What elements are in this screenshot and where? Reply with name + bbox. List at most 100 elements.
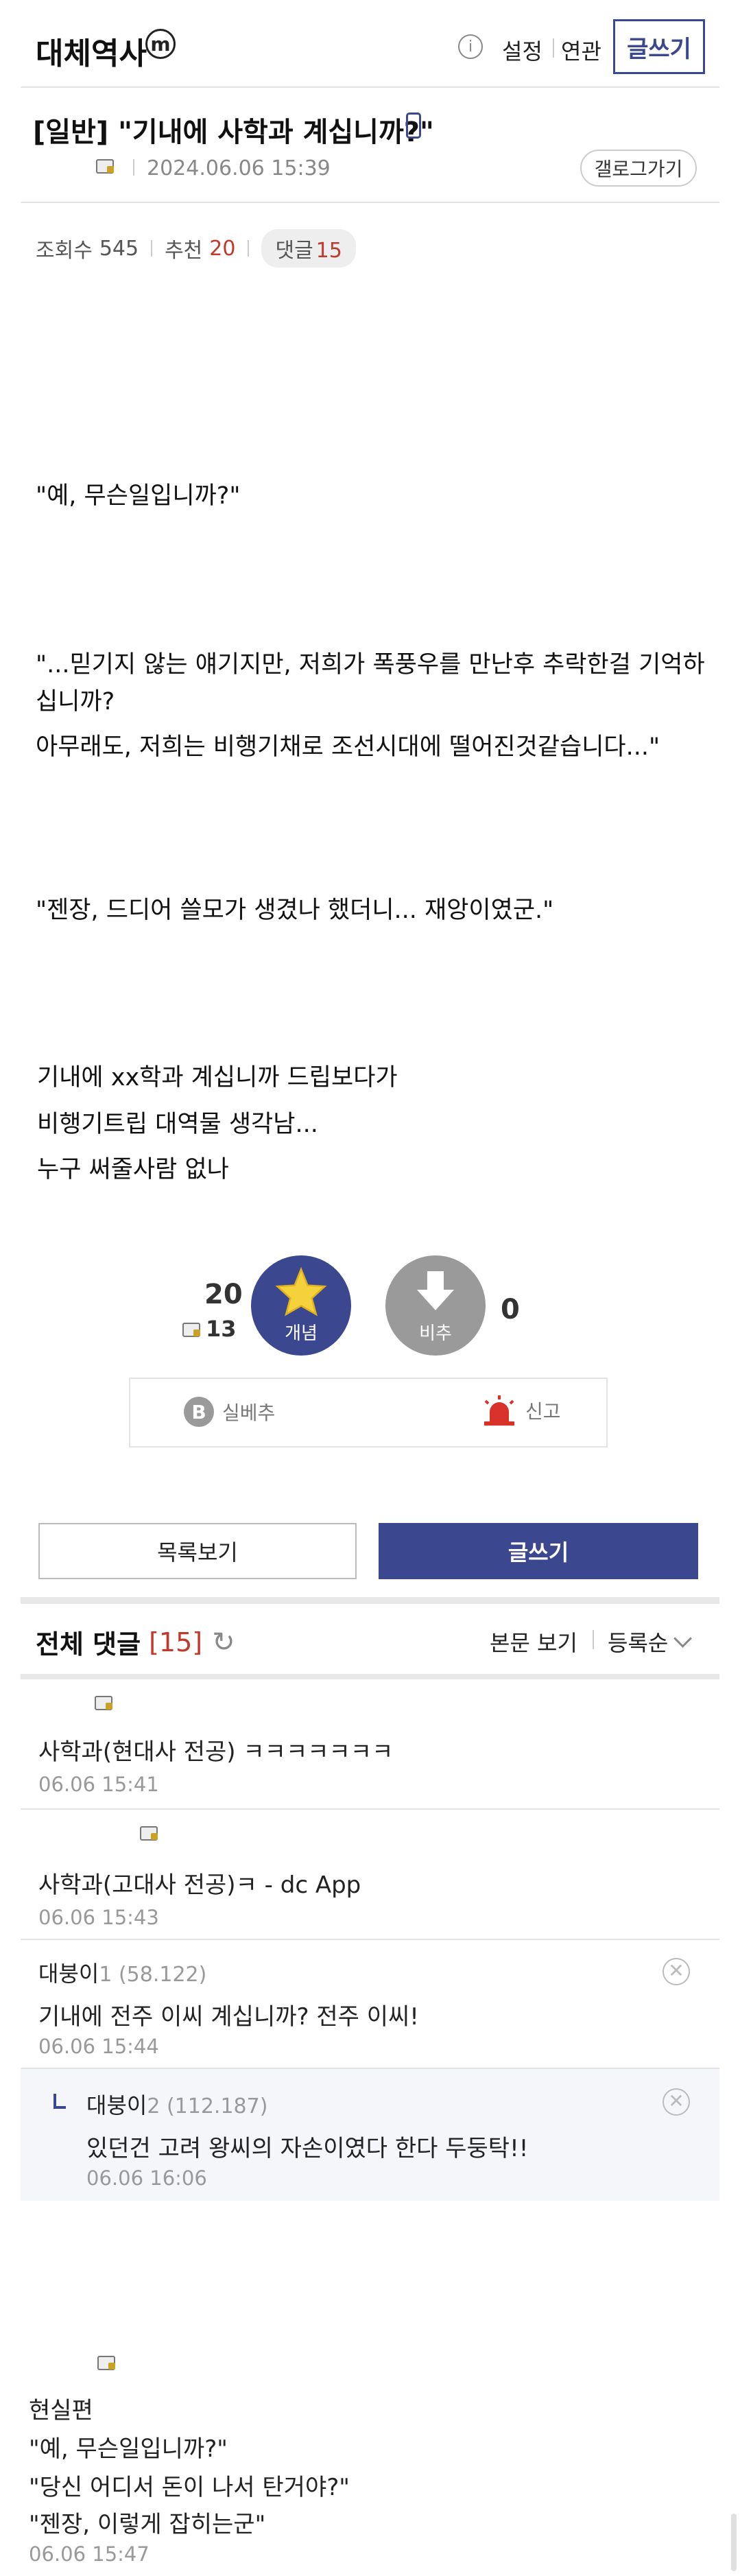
comment-author: 대붕이 1 (58.122) <box>38 1957 206 1988</box>
body-paragraph: 비행기트립 대역물 생각남... <box>37 1111 318 1138</box>
comments-header-count: [15] <box>149 1627 203 1657</box>
comments-header-title: 전체 댓글 <box>36 1629 141 1659</box>
divider <box>151 240 153 257</box>
write-button-label: 글쓰기 <box>508 1539 569 1565</box>
comment-name: 대붕이 <box>38 1961 99 1987</box>
comment-ip: 2 (112.187) <box>147 2094 268 2118</box>
comment-time: 06.06 15:41 <box>38 1773 159 1796</box>
settings-link[interactable]: 설정 <box>502 34 542 66</box>
refresh-icon[interactable]: ↻ <box>212 1627 235 1658</box>
comments-badge[interactable]: 댓글 15 <box>261 229 356 268</box>
write-button[interactable]: 글쓰기 <box>379 1523 698 1579</box>
star-icon <box>275 1266 327 1316</box>
reply-arrow-icon <box>53 2094 66 2109</box>
info-icon[interactable]: i <box>458 34 483 59</box>
recommend-label: 추천 <box>165 239 203 263</box>
fixed-user-icon <box>140 1825 158 1843</box>
post-title: [일반] "기내에 사학과 계십니까?" <box>33 117 434 148</box>
upvote-button[interactable]: 개념 <box>251 1255 351 1356</box>
comment-name: 대붕이 <box>86 2092 147 2118</box>
scrollbar[interactable] <box>731 2514 737 2571</box>
fixed-count: 13 <box>206 1316 237 1342</box>
comments-label: 댓글 <box>275 239 313 263</box>
comment-line: "당신 어디서 돈이 나서 탄거야?" <box>29 2474 350 2501</box>
divider <box>133 159 134 176</box>
comments-top-bar <box>21 1597 719 1604</box>
post-date: 2024.06.06 15:39 <box>147 156 331 180</box>
body-paragraph: 기내에 xx학과 계십니까 드립보다가 <box>37 1064 398 1091</box>
write-button-label: 글쓰기 <box>627 35 691 63</box>
comment-time: 06.06 15:44 <box>38 2035 159 2058</box>
mobile-icon <box>406 113 421 139</box>
delete-icon[interactable]: ✕ <box>663 1958 690 1985</box>
body-paragraph: 누구 써줄사람 없나 <box>37 1156 229 1183</box>
best-recommend-label: 실베추 <box>222 1402 276 1424</box>
view-body-link[interactable]: 본문 보기 <box>490 1626 577 1657</box>
comment-divider <box>21 1939 719 1940</box>
views-count: 545 <box>99 236 139 261</box>
related-link[interactable]: 연관 <box>561 34 601 66</box>
divider <box>248 240 250 257</box>
user-icon <box>140 1825 158 1841</box>
siren-icon <box>484 1395 514 1426</box>
title-divider <box>21 202 719 203</box>
body-paragraph: "...믿기지 않는 얘기지만, 저희가 폭풍우를 만난후 추락한걸 기억하 <box>36 651 705 678</box>
upvote-label: 개념 <box>285 1323 318 1344</box>
comment-line: "예, 무슨일입니까?" <box>29 2435 228 2463</box>
downvote-label: 비추 <box>419 1323 452 1344</box>
gallery-title[interactable]: 대체역사 <box>36 29 147 73</box>
comment-time: 06.06 15:47 <box>29 2542 150 2566</box>
divider <box>553 38 554 58</box>
comment-author: 대붕이 2 (112.187) <box>86 2088 267 2120</box>
report-label: 신고 <box>525 1400 561 1423</box>
recommend-count: 20 <box>209 236 236 261</box>
comment-line: "젠장, 이렇게 잡히는군" <box>29 2511 266 2538</box>
list-button[interactable]: 목록보기 <box>38 1523 357 1579</box>
header-divider <box>21 86 719 88</box>
comment-text: 기내에 전주 이씨 계십니까? 전주 이씨! <box>38 2003 419 2031</box>
sort-label: 등록순 <box>608 1630 669 1656</box>
downvote-button[interactable]: 비추 <box>385 1255 486 1356</box>
extra-actions-box: B 실베추 신고 <box>129 1378 608 1447</box>
body-paragraph: 아무래도, 저희는 비행기채로 조선시대에 떨어진것같습니다..." <box>36 733 660 761</box>
gallog-button[interactable]: 갤로그가기 <box>580 150 697 187</box>
up-count: 20 <box>204 1279 243 1310</box>
fixed-user-icon <box>182 1321 200 1337</box>
body-paragraph: "예, 무슨일입니까?" <box>36 482 241 510</box>
down-arrow-icon <box>417 1271 454 1310</box>
divider <box>593 1630 594 1649</box>
delete-icon[interactable]: ✕ <box>663 2088 690 2116</box>
b-circle-icon: B <box>184 1397 214 1427</box>
comments-count: 15 <box>315 239 342 263</box>
author-fixed-icon <box>96 158 114 176</box>
m-badge-label: m <box>150 32 171 56</box>
gallog-label: 갤로그가기 <box>594 158 683 180</box>
comment-time: 06.06 15:43 <box>38 1906 159 1929</box>
comment-divider <box>21 1808 719 1810</box>
best-recommend-button[interactable]: B 실베추 <box>184 1397 275 1427</box>
comment-text: 사학과(고대사 전공)ㅋ - dc App <box>38 1871 361 1899</box>
report-button[interactable]: 신고 <box>481 1394 561 1427</box>
comment-line: 현실편 <box>29 2397 93 2424</box>
m-badge-icon: m <box>145 29 176 59</box>
comments-header-divider <box>21 1674 719 1679</box>
body-paragraph: 십니까? <box>36 688 115 716</box>
down-count: 0 <box>501 1294 520 1325</box>
write-button-header[interactable]: 글쓰기 <box>613 19 705 74</box>
comment-text: 있던건 고려 왕씨의 자손이였다 한다 두둥탁!! <box>86 2135 529 2162</box>
body-paragraph: "젠장, 드디어 쓸모가 생겼나 했더니... 재앙이였군." <box>36 897 554 924</box>
fixed-user-icon <box>97 2354 115 2372</box>
user-icon <box>95 1694 112 1710</box>
fixed-user-icon <box>95 1694 112 1712</box>
list-button-label: 목록보기 <box>157 1539 238 1565</box>
comment-ip: 1 (58.122) <box>99 1963 207 1987</box>
comment-text: 사학과(현대사 전공) ㅋㅋㅋㅋㅋㅋㅋ <box>38 1738 394 1766</box>
sort-select[interactable]: 등록순 <box>608 1626 693 1657</box>
chevron-down-icon <box>673 1629 693 1648</box>
reply-block: 대붕이 2 (112.187) ✕ 있던건 고려 왕씨의 자손이였다 한다 두둥… <box>21 2068 719 2201</box>
fixed-recommend: 13 <box>182 1316 237 1342</box>
user-icon <box>97 2354 115 2370</box>
comments-header: 전체 댓글 [15] ↻ <box>36 1623 235 1661</box>
user-icon <box>96 158 114 174</box>
comment-time: 06.06 16:06 <box>86 2166 207 2190</box>
